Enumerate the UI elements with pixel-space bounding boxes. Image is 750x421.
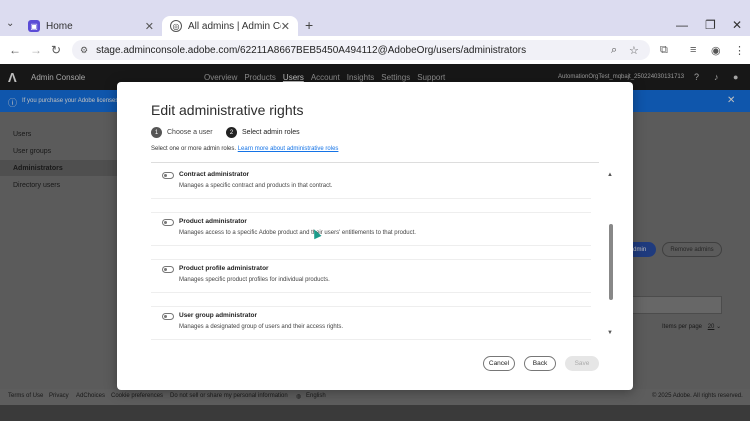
role-toggle-switch[interactable] bbox=[162, 219, 174, 226]
role-user-group-administrator[interactable]: User group administrator Manages a desig… bbox=[151, 306, 591, 340]
tab-home[interactable]: ▣ Home ✕ bbox=[20, 16, 162, 36]
save-button[interactable]: Save bbox=[565, 356, 599, 371]
address-bar-row: ← → ↻ ⚙ stage.adminconsole.adobe.com/622… bbox=[0, 36, 750, 64]
step-label: Choose a user bbox=[167, 129, 213, 136]
zoom-icon[interactable]: ⌕ bbox=[611, 44, 617, 57]
tab-search-icon[interactable]: ⌄ bbox=[6, 18, 14, 29]
role-description: Manages specific product profiles for in… bbox=[179, 277, 330, 283]
role-toggle-switch[interactable] bbox=[162, 313, 174, 320]
divider bbox=[151, 162, 599, 163]
role-product-administrator[interactable]: Product administrator Manages access to … bbox=[151, 212, 591, 246]
role-description: Manages a specific contract and products… bbox=[179, 183, 333, 189]
role-toggle-switch[interactable] bbox=[162, 266, 174, 273]
back-arrow-icon[interactable]: ← bbox=[9, 43, 21, 57]
step-choose-user: 1 Choose a user bbox=[151, 127, 213, 138]
role-toggle-switch[interactable] bbox=[162, 172, 174, 179]
learn-more-link[interactable]: Learn more about administrative roles bbox=[238, 146, 339, 152]
close-window-icon[interactable]: ✕ bbox=[732, 18, 742, 32]
instruction-text: Select one or more admin roles. Learn mo… bbox=[151, 146, 338, 152]
browser-menu-icon[interactable]: ⋮ bbox=[734, 44, 745, 57]
role-name: User group administrator bbox=[179, 312, 258, 319]
role-list: Contract administrator Manages a specifi… bbox=[151, 166, 591, 342]
url-field[interactable]: ⚙ stage.adminconsole.adobe.com/62211A866… bbox=[72, 40, 650, 60]
cancel-button[interactable]: Cancel bbox=[483, 356, 515, 371]
instruction-label: Select one or more admin roles. bbox=[151, 146, 237, 152]
scrollbar-thumb[interactable] bbox=[609, 224, 613, 300]
edit-admin-rights-dialog: Edit administrative rights 1 Choose a us… bbox=[117, 82, 633, 390]
scroll-down-arrow-icon[interactable]: ▼ bbox=[607, 330, 613, 336]
step-number: 2 bbox=[226, 127, 237, 138]
minimize-icon[interactable]: — bbox=[676, 18, 688, 32]
browser-tab-bar: ⌄ ▣ Home ✕ ◎ All admins | Admin Console … bbox=[0, 0, 750, 36]
role-description: Manages a designated group of users and … bbox=[179, 324, 344, 330]
forward-arrow-icon[interactable]: → bbox=[30, 43, 42, 57]
step-select-roles: 2 Select admin roles bbox=[226, 127, 300, 138]
scroll-up-arrow-icon[interactable]: ▲ bbox=[607, 172, 613, 178]
taskbar-strip bbox=[0, 405, 750, 421]
role-contract-administrator[interactable]: Contract administrator Manages a specifi… bbox=[151, 166, 591, 199]
new-tab-icon[interactable]: + bbox=[305, 17, 313, 33]
url-text: stage.adminconsole.adobe.com/62211A8667B… bbox=[96, 44, 527, 56]
tab-all-admins[interactable]: ◎ All admins | Admin Console ✕ bbox=[162, 16, 298, 36]
role-name: Product profile administrator bbox=[179, 265, 269, 272]
step-label: Select admin roles bbox=[242, 129, 300, 136]
tab-title: All admins | Admin Console bbox=[188, 20, 281, 32]
maximize-icon[interactable]: ❐ bbox=[705, 18, 716, 32]
close-tab-icon[interactable]: ✕ bbox=[145, 20, 154, 33]
back-button[interactable]: Back bbox=[524, 356, 556, 371]
home-favicon-icon: ▣ bbox=[28, 20, 40, 32]
site-info-icon[interactable]: ⚙ bbox=[80, 45, 88, 56]
profile-avatar-icon[interactable]: ◉ bbox=[711, 44, 721, 57]
close-tab-icon[interactable]: ✕ bbox=[281, 20, 290, 33]
tab-title: Home bbox=[46, 20, 73, 32]
dialog-title: Edit administrative rights bbox=[151, 102, 304, 118]
step-number: 1 bbox=[151, 127, 162, 138]
media-controls-icon[interactable]: ≡ bbox=[690, 44, 696, 56]
role-name: Product administrator bbox=[179, 218, 247, 225]
role-description: Manages access to a specific Adobe produ… bbox=[179, 230, 416, 236]
role-list-scrollbar[interactable]: ▲ ▼ bbox=[607, 172, 615, 337]
globe-favicon-icon: ◎ bbox=[170, 20, 182, 32]
reload-icon[interactable]: ↻ bbox=[51, 43, 61, 57]
role-name: Contract administrator bbox=[179, 171, 250, 178]
bookmark-star-icon[interactable]: ☆ bbox=[629, 44, 639, 57]
extensions-icon[interactable]: ⧉ bbox=[660, 44, 668, 57]
role-product-profile-administrator[interactable]: Product profile administrator Manages sp… bbox=[151, 259, 591, 293]
